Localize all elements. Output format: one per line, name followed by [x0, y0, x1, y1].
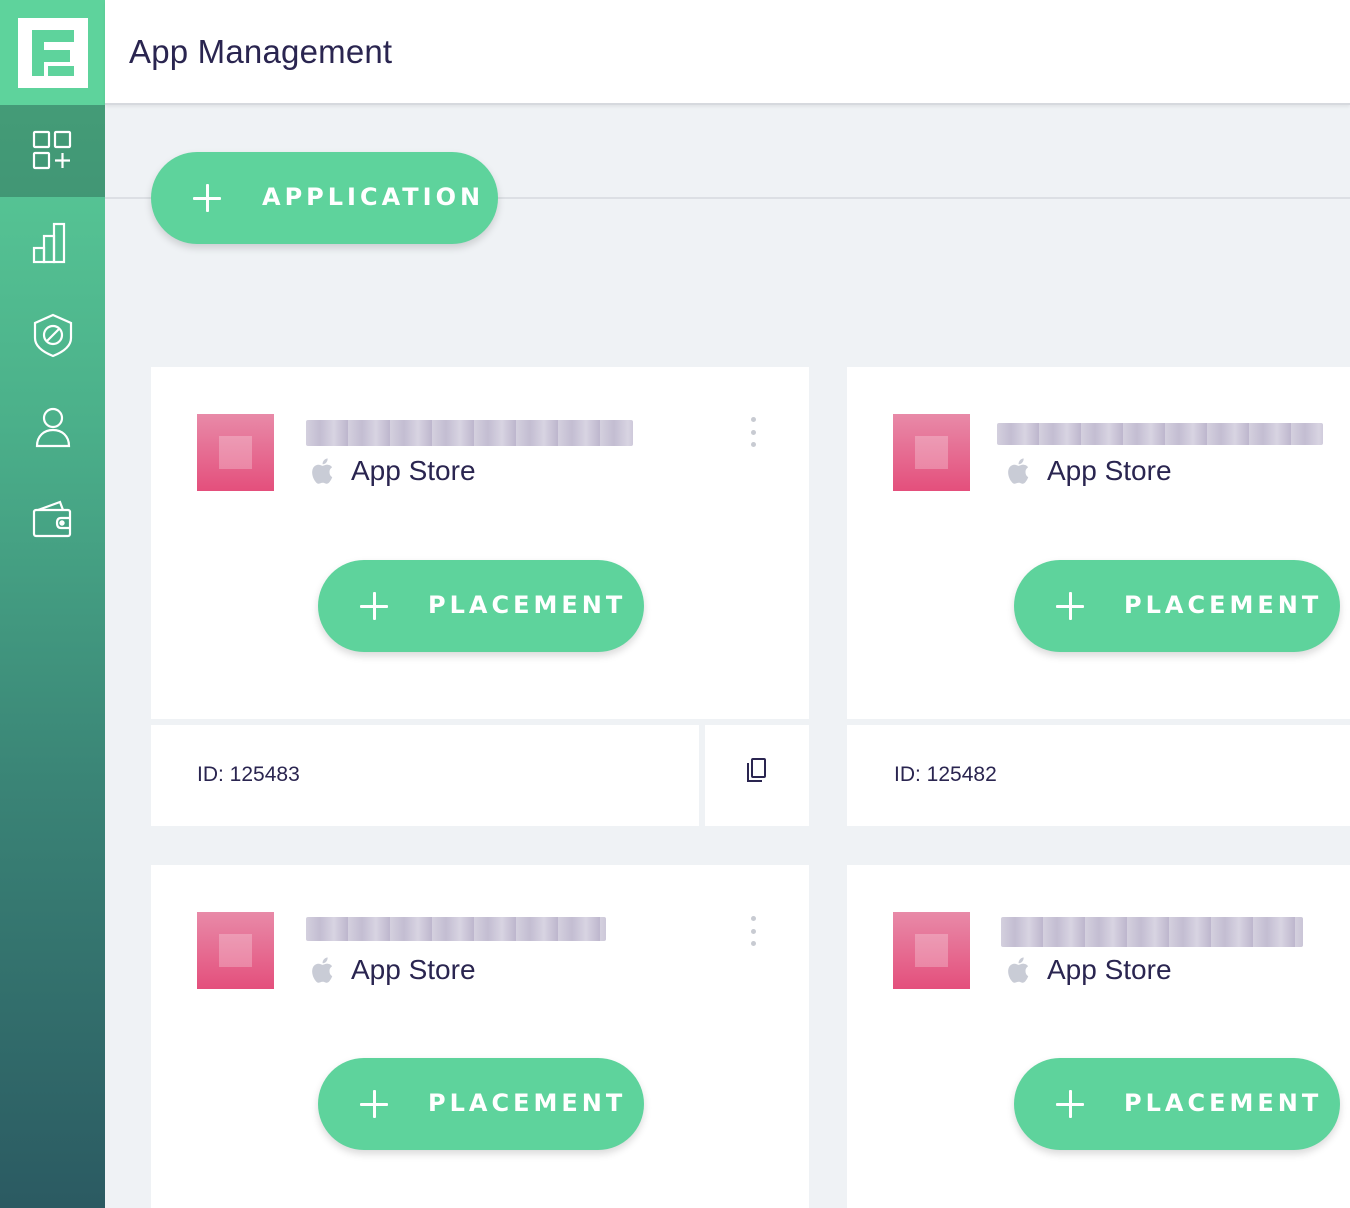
sidebar-item-analytics[interactable] [0, 197, 105, 289]
store-label: App Store [1047, 455, 1172, 486]
app-id: ID: 125482 [894, 763, 997, 786]
app-card: App Store PLACEMENT [151, 865, 809, 1208]
sidebar-item-blocking[interactable] [0, 289, 105, 381]
app-icon [893, 414, 970, 491]
app-card: App Store PLACEMENT [847, 367, 1350, 719]
sidebar [0, 0, 105, 1208]
page-title: App Management [129, 32, 393, 70]
add-application-button[interactable]: APPLICATION [151, 152, 498, 244]
app-name-redacted [306, 917, 606, 941]
sidebar-item-payments[interactable] [0, 473, 105, 565]
apple-icon [1008, 458, 1029, 484]
store-row: App Store [308, 455, 476, 487]
app-card: App Store PLACEMENT [151, 367, 809, 719]
page-header: App Management [105, 0, 1350, 105]
add-placement-label: PLACEMENT [428, 591, 627, 619]
add-application-label: APPLICATION [262, 183, 485, 211]
store-label: App Store [351, 954, 476, 985]
app-id: ID: 125483 [197, 763, 300, 786]
copy-id-button[interactable] [705, 725, 809, 826]
app-icon [197, 912, 274, 989]
store-label: App Store [1047, 954, 1172, 985]
wallet-icon [32, 500, 71, 538]
add-placement-button[interactable]: PLACEMENT [318, 1058, 644, 1150]
sidebar-item-account[interactable] [0, 381, 105, 473]
shield-block-icon [33, 313, 72, 358]
app-name-redacted [306, 420, 633, 446]
copy-icon [747, 758, 766, 782]
app-id-row: ID: 125483 [151, 725, 699, 826]
store-row: App Store [1004, 455, 1172, 487]
plus-icon [360, 1090, 388, 1118]
apple-icon [312, 458, 333, 484]
add-placement-label: PLACEMENT [1124, 1089, 1323, 1117]
brand-logo-icon [17, 17, 88, 88]
sidebar-item-apps[interactable] [0, 105, 105, 197]
logo[interactable] [0, 0, 105, 105]
user-icon [35, 407, 70, 448]
apple-icon [312, 957, 333, 983]
more-options-icon[interactable] [748, 916, 758, 946]
app-card: App Store PLACEMENT [847, 865, 1350, 1208]
app-name-redacted [997, 423, 1323, 445]
apps-add-icon [32, 130, 71, 170]
store-row: App Store [308, 954, 476, 986]
plus-icon [193, 184, 221, 212]
app-icon [197, 414, 274, 491]
plus-icon [360, 592, 388, 620]
bar-chart-icon [32, 222, 65, 264]
apple-icon [1008, 957, 1029, 983]
add-placement-label: PLACEMENT [1124, 591, 1323, 619]
store-label: App Store [351, 455, 476, 486]
plus-icon [1056, 592, 1084, 620]
plus-icon [1056, 1090, 1084, 1118]
add-placement-button[interactable]: PLACEMENT [1014, 1058, 1340, 1150]
add-placement-button[interactable]: PLACEMENT [1014, 560, 1340, 652]
more-options-icon[interactable] [748, 417, 758, 447]
add-placement-label: PLACEMENT [428, 1089, 627, 1117]
app-name-redacted [1001, 917, 1303, 947]
add-placement-button[interactable]: PLACEMENT [318, 560, 644, 652]
app-id-row: ID: 125482 [847, 725, 1350, 826]
store-row: App Store [1004, 954, 1172, 986]
app-icon [893, 912, 970, 989]
